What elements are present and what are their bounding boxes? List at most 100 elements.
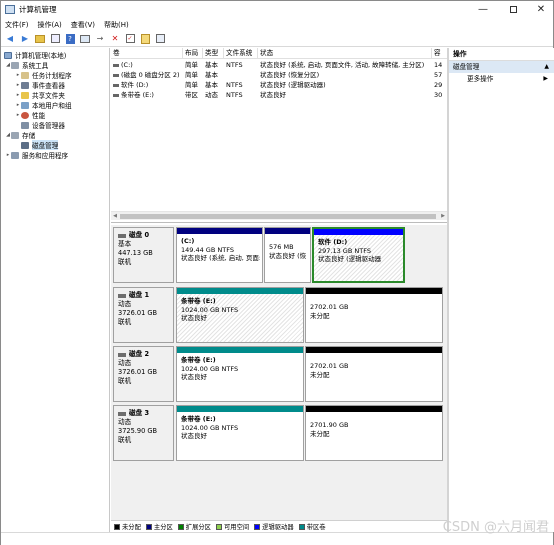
partition-color-bar [265,228,310,234]
partition-d[interactable]: 软件 (D:) 297.13 GB NTFS 状态良好 (逻辑驱动器 [312,227,405,283]
legend-primary: 主分区 [145,522,173,531]
tree-shared-folders[interactable]: ▸ 共享文件夹 [15,90,65,100]
forward-button[interactable]: ▶ [19,33,31,45]
watermark: CSDN @六月闻君 [442,520,549,535]
tree-device-manager[interactable]: 设备管理器 [21,120,65,130]
partition-c[interactable]: (C:) 149.44 GB NTFS 状态良好 (系统, 启动, 页面: [176,227,263,283]
refresh-button[interactable] [154,33,166,45]
table-row[interactable]: 软件 (D:) 简单 基本 NTFS 状态良好 (逻辑驱动器) 29 [111,81,447,90]
check-button[interactable]: ✓ [124,33,136,45]
disk-management-pane: 卷 布局 类型 文件系统 状态 容 (C:) 简单 基本 NTFS 状态良好 (… [111,48,447,532]
horizontal-scrollbar[interactable]: ◀ ▶ [111,211,447,220]
help-button[interactable]: ? [64,33,76,45]
partition-size: 1024.00 GB NTFS [181,305,239,314]
table-row[interactable]: (C:) 简单 基本 NTFS 状态良好 (系统, 启动, 页面文件, 活动, … [111,61,447,70]
maximize-button[interactable] [499,1,527,18]
computer-management-icon [5,5,15,14]
submenu-arrow-icon: ▶ [543,75,548,82]
tree-task-scheduler[interactable]: ▸ 任务计划程序 [15,70,72,80]
tree-local-users[interactable]: ▸ 本地用户和组 [15,100,72,110]
users-icon [21,101,29,109]
tree-performance[interactable]: ▸ 性能 [15,110,45,120]
column-layout[interactable]: 布局 [183,48,203,59]
partition-status: 未分配 [310,311,330,320]
delete-button[interactable]: ✕ [109,33,121,45]
close-button[interactable]: ✕ [527,1,554,18]
event-viewer-icon [21,81,29,89]
partition-striped-e[interactable]: 条带卷 (E:) 1024.00 GB NTFS 状态良好 [176,346,304,402]
disk-label[interactable]: 磁盘 1 动态 3726.01 GB 联机 [113,287,174,343]
actions-section-disk-management[interactable]: 磁盘管理 ▲ [449,61,554,73]
shared-folder-icon [21,91,29,99]
console-button[interactable] [79,33,91,45]
more-actions[interactable]: 更多操作 ▶ [449,73,554,85]
legend-swatch [215,523,222,530]
menu-view[interactable]: 查看(V) [71,20,95,30]
export-button[interactable] [139,33,151,45]
partition-color-bar [177,406,303,412]
tree-root[interactable]: 计算机管理(本地) [4,50,66,60]
partition-status: 状态良好 [181,314,207,323]
column-filesystem[interactable]: 文件系统 [224,48,258,59]
partition-unallocated[interactable]: 2702.01 GB 未分配 [305,346,443,402]
tree-event-viewer[interactable]: ▸ 事件查看器 [15,80,65,90]
disk-icon [118,352,126,357]
disk-0[interactable]: 磁盘 0 基本 447.13 GB 联机 (C:) 149.44 GB NTFS… [113,227,445,283]
up-folder-icon [35,34,45,43]
column-status[interactable]: 状态 [258,48,432,59]
connect-icon: → [96,34,104,43]
legend-swatch [177,523,184,530]
legend-free-space: 可用空间 [215,522,249,531]
device-manager-icon [21,121,29,129]
menu-help[interactable]: 帮助(H) [104,20,129,30]
export-icon [140,33,150,44]
actions-header: 操作 [449,48,554,61]
partition-title: 条带卷 (E:) [181,297,216,305]
disk-2[interactable]: 磁盘 2 动态 3726.01 GB 联机 条带卷 (E:) 1024.00 G… [113,346,445,402]
partition-recovery[interactable]: 576 MB 状态良好 (恢 [264,227,311,283]
minimize-button[interactable]: — [469,1,497,18]
tree-system-tools[interactable]: ◢ 系统工具 [5,60,48,70]
scroll-left-icon[interactable]: ◀ [111,212,119,221]
partition-title: (C:) [181,237,195,245]
partition-striped-e[interactable]: 条带卷 (E:) 1024.00 GB NTFS 状态良好 [176,287,304,343]
cell-filesystem: NTFS [226,81,243,89]
back-button[interactable]: ◀ [4,33,16,45]
scroll-right-icon[interactable]: ▶ [439,212,447,221]
menu-file[interactable]: 文件(F) [5,20,29,30]
partition-size: 2701.90 GB [310,421,349,429]
table-row[interactable]: (磁盘 0 磁盘分区 2) 简单 基本 状态良好 (恢复分区) 57 [111,71,447,80]
scrollbar-thumb[interactable] [120,214,436,219]
close-icon: ✕ [536,4,546,15]
disk-status: 联机 [118,377,132,385]
disk-status: 联机 [118,436,132,444]
clock-icon [21,71,29,79]
collapse-up-icon[interactable]: ▲ [544,61,549,73]
tree-services-apps[interactable]: ▸ 服务和应用程序 [5,150,68,160]
table-row[interactable]: 条带卷 (E:) 带区 动态 NTFS 状态良好 30 [111,91,447,100]
disk-label[interactable]: 磁盘 3 动态 3725.90 GB 联机 [113,405,174,461]
cell-capacity: 57 [434,71,443,79]
disk-3[interactable]: 磁盘 3 动态 3725.90 GB 联机 条带卷 (E:) 1024.00 G… [113,405,445,461]
properties-button[interactable] [49,33,61,45]
properties-icon [50,34,60,43]
disk-management-icon [21,141,29,149]
menu-action[interactable]: 操作(A) [38,20,62,30]
disk-1[interactable]: 磁盘 1 动态 3726.01 GB 联机 条带卷 (E:) 1024.00 G… [113,287,445,343]
legend-swatch [254,523,261,530]
partition-striped-e[interactable]: 条带卷 (E:) 1024.00 GB NTFS 状态良好 [176,405,304,461]
connect-button[interactable]: → [94,33,106,45]
column-capacity[interactable]: 容 [432,48,447,59]
column-volume[interactable]: 卷 [111,48,183,59]
cell-status: 状态良好 (系统, 启动, 页面文件, 活动, 故障转储, 主分区) [260,61,425,69]
partition-unallocated[interactable]: 2702.01 GB 未分配 [305,287,443,343]
partition-unallocated[interactable]: 2701.90 GB 未分配 [305,405,443,461]
refresh-icon [155,34,165,43]
disk-label[interactable]: 磁盘 2 动态 3726.01 GB 联机 [113,346,174,402]
column-type[interactable]: 类型 [203,48,224,59]
tree-storage[interactable]: ◢ 存储 [5,130,35,140]
up-folder-button[interactable] [34,33,46,45]
disk-label[interactable]: 磁盘 0 基本 447.13 GB 联机 [113,227,174,283]
partition-size: 1024.00 GB NTFS [181,364,239,373]
tree-disk-management[interactable]: 磁盘管理 [21,140,59,150]
